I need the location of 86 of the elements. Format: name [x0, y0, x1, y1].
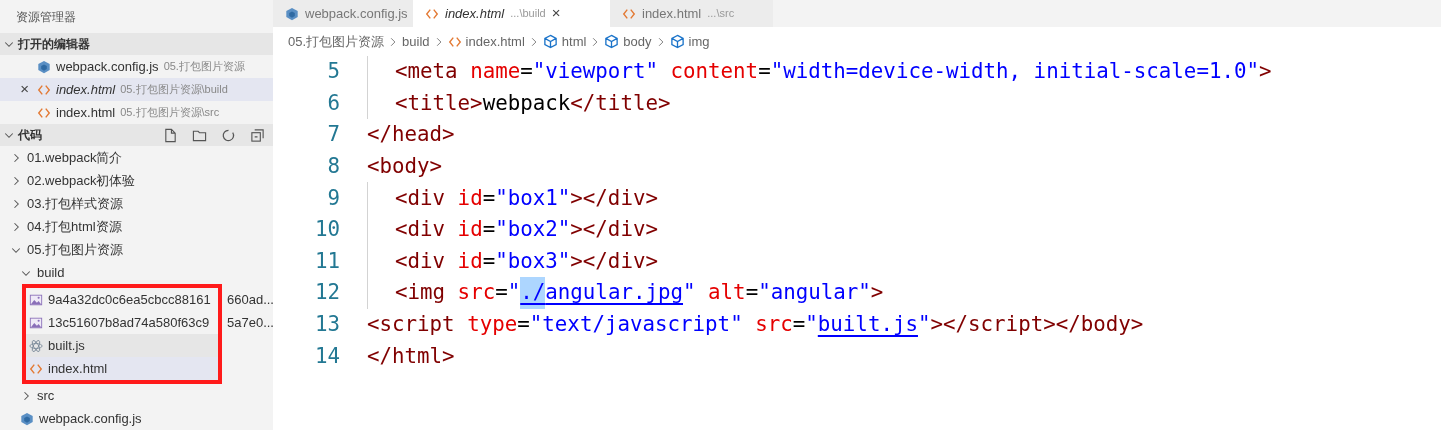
- file-name: index.html: [56, 80, 116, 99]
- tab-description: ...\build: [510, 6, 546, 22]
- cube-outline-icon: [669, 34, 685, 49]
- file-path: 05.打包图片资源\src: [120, 105, 220, 121]
- folder-name: 04.打包html资源: [27, 217, 122, 236]
- new-file-icon[interactable]: [163, 127, 178, 143]
- breadcrumb-item[interactable]: body: [623, 31, 652, 52]
- code-line: </head>: [367, 121, 455, 149]
- editor-tab[interactable]: index.html ...\build ×: [413, 0, 610, 27]
- close-icon[interactable]: ×: [20, 78, 29, 101]
- cube-outline-icon: [604, 34, 620, 49]
- section-header[interactable]: 打开的编辑器: [0, 33, 273, 55]
- line-number: 14: [313, 342, 340, 370]
- file-name: index.html: [48, 359, 108, 378]
- editor-tab[interactable]: webpack.config.js: [273, 0, 413, 27]
- cube-icon: [285, 6, 299, 21]
- cube-icon: [37, 59, 51, 74]
- tree-item[interactable]: index.html: [26, 357, 218, 380]
- line-number: 11: [313, 247, 340, 275]
- line-number: 7: [326, 121, 340, 149]
- cube-icon: [20, 411, 34, 426]
- code-brackets-icon: [447, 34, 462, 49]
- folder-name: build: [37, 263, 65, 282]
- tree-item[interactable]: built.js: [26, 334, 218, 357]
- folder-name: 02.webpack初体验: [27, 171, 136, 190]
- tree-item[interactable]: webpack.config.js: [0, 407, 273, 430]
- file-name: index.html: [56, 103, 116, 122]
- code-line: <meta name="viewport" content="width=device-width, initial-scale=1.0">: [367, 56, 1272, 88]
- tree-item[interactable]: src: [0, 384, 273, 407]
- line-number: 8: [326, 153, 340, 180]
- breadcrumb-item[interactable]: build: [402, 31, 430, 52]
- file-name: 5a7e0...: [227, 313, 274, 332]
- line-number: 9: [326, 184, 340, 212]
- folder-name: 01.webpack简介: [27, 148, 123, 167]
- open-editor-item[interactable]: webpack.config.js 05.打包图片资源: [0, 55, 273, 78]
- section-header[interactable]: 代码: [0, 124, 273, 146]
- file-name: webpack.config.js: [56, 57, 159, 76]
- file-name: 660ad...: [227, 290, 274, 309]
- sidebar-title: 资源管理器: [15, 8, 77, 26]
- file-path: 05.打包图片资源: [163, 59, 245, 75]
- file-name: built.js: [48, 336, 85, 355]
- atom-icon: [29, 338, 43, 353]
- open-editor-item[interactable]: index.html 05.打包图片资源\src: [0, 101, 273, 124]
- code-brackets-icon: [622, 6, 636, 21]
- line-number: 10: [313, 216, 340, 244]
- code-line: <script type="text/javascript" src="built.js"></script></body>: [367, 310, 1144, 338]
- code-line: <div id="box2"></div>: [367, 213, 658, 246]
- breadcrumb-item[interactable]: img: [688, 31, 710, 52]
- code-line: </html>: [367, 342, 455, 370]
- file-name: webpack.config.js: [39, 409, 142, 428]
- code-brackets-icon: [425, 6, 439, 21]
- code-line: <img src="./angular.jpg" alt="angular">: [367, 277, 884, 309]
- breadcrumb-item[interactable]: html: [561, 31, 587, 52]
- code-brackets-icon: [37, 82, 51, 97]
- refresh-icon[interactable]: [221, 127, 236, 143]
- folder-name: src: [37, 386, 55, 405]
- file-name: 13c51607b8ad74a580f63c9: [48, 313, 211, 332]
- tree-item[interactable]: 04.打包html资源: [0, 215, 273, 238]
- editor-tab[interactable]: index.html ...\src: [610, 0, 773, 27]
- image-icon: [29, 315, 43, 330]
- image-icon: [29, 292, 43, 307]
- breadcrumb-item[interactable]: 05.打包图片资源: [288, 31, 385, 52]
- tree-item[interactable]: build: [0, 261, 273, 284]
- line-number: 6: [326, 89, 340, 117]
- tree-item[interactable]: 02.webpack初体验: [0, 169, 273, 192]
- code-line: <div id="box1"></div>: [367, 182, 658, 214]
- line-number: 5: [326, 58, 340, 86]
- cube-outline-icon: [542, 34, 558, 49]
- tree-item[interactable]: 05.打包图片资源: [0, 238, 273, 261]
- breadcrumb-item[interactable]: index.html: [465, 31, 525, 52]
- code-line: <title>webpack</title>: [367, 87, 671, 120]
- close-icon[interactable]: ×: [551, 2, 561, 25]
- folder-name: 05.打包图片资源: [27, 240, 124, 259]
- file-path: 05.打包图片资源\build: [120, 82, 228, 98]
- code-brackets-icon: [29, 361, 43, 376]
- line-number: 12: [313, 279, 340, 307]
- tab-description: ...\src: [707, 6, 735, 22]
- folder-name: 03.打包样式资源: [27, 194, 124, 213]
- collapse-icon[interactable]: [250, 127, 265, 143]
- code-line: <body>: [367, 153, 443, 180]
- line-number: 13: [313, 310, 340, 338]
- code-brackets-icon: [37, 105, 51, 120]
- tree-item[interactable]: 01.webpack简介: [0, 146, 273, 169]
- open-editor-item[interactable]: × index.html 05.打包图片资源\build: [0, 78, 273, 101]
- file-name: 9a4a32dc0c6ea5cbcc88161: [48, 290, 212, 309]
- tree-item[interactable]: 03.打包样式资源: [0, 192, 273, 215]
